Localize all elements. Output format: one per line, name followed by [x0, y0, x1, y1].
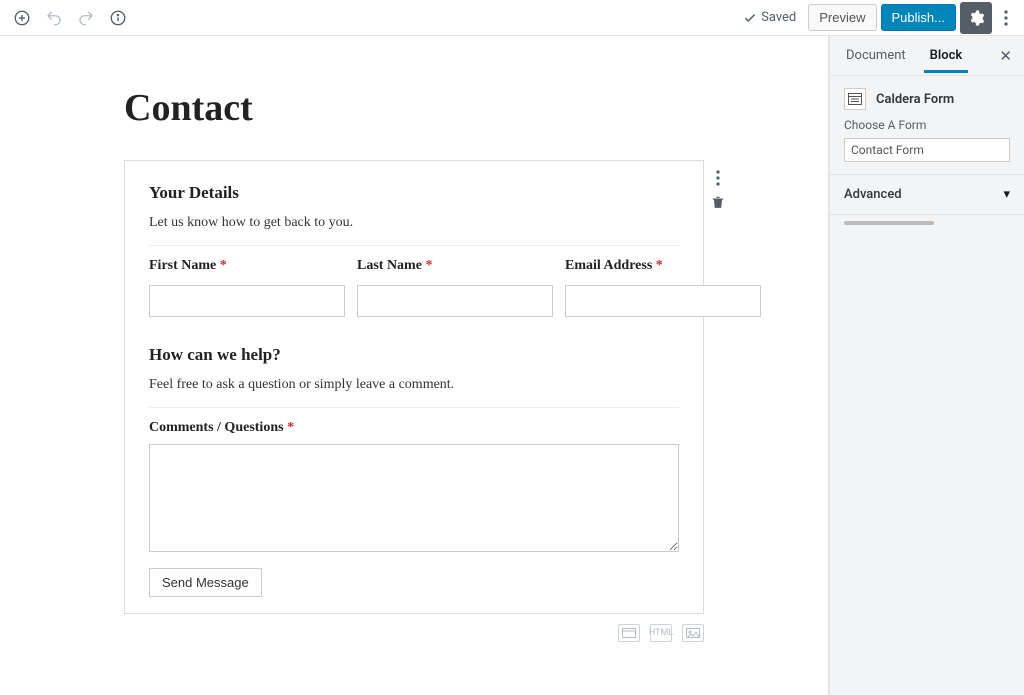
redo-button[interactable] [72, 4, 100, 32]
sidebar-tabs: Document Block ✕ [830, 36, 1024, 76]
settings-toggle-button[interactable] [960, 2, 992, 34]
form-row-names: First Name * Last Name * [149, 258, 679, 317]
settings-sidebar: Document Block ✕ Caldera Form Choose A F… [829, 36, 1024, 695]
first-name-field-group: First Name * [149, 258, 345, 317]
editor-topbar: Saved Preview Publish... [0, 0, 1024, 36]
section-heading-details: Your Details [149, 183, 679, 203]
tab-block[interactable]: Block [918, 39, 975, 72]
last-name-label-text: Last Name [357, 258, 422, 273]
saved-status: Saved [743, 10, 796, 25]
editor-content: Contact Your Details Let us know how to … [94, 86, 734, 642]
first-name-input[interactable] [149, 285, 345, 317]
last-name-field-group: Last Name * [357, 258, 553, 317]
email-label: Email Address * [565, 258, 761, 274]
comments-label-text: Comments / Questions [149, 420, 284, 435]
required-marker: * [425, 258, 432, 273]
section-desc-details: Let us know how to get back to you. [149, 215, 679, 246]
form-block-content: Your Details Let us know how to get back… [124, 160, 704, 614]
undo-button[interactable] [40, 4, 68, 32]
block-footer-tools: HTML [124, 624, 704, 642]
add-block-button[interactable] [8, 4, 36, 32]
first-name-label-text: First Name [149, 258, 216, 273]
last-name-label: Last Name * [357, 258, 553, 274]
email-field-group: Email Address * [565, 258, 761, 317]
send-message-button[interactable]: Send Message [149, 568, 262, 597]
required-marker: * [287, 420, 294, 435]
required-marker: * [656, 258, 663, 273]
email-label-text: Email Address [565, 258, 652, 273]
html-mode-icon[interactable]: HTML [650, 624, 672, 642]
comments-textarea[interactable] [149, 444, 679, 552]
info-button[interactable] [104, 4, 132, 32]
block-type-name: Caldera Form [876, 92, 954, 107]
email-input[interactable] [565, 285, 761, 317]
caldera-form-block[interactable]: Your Details Let us know how to get back… [124, 160, 704, 642]
section-desc-help: Feel free to ask a question or simply le… [149, 377, 679, 408]
publish-button[interactable]: Publish... [881, 4, 956, 31]
editor-canvas: Contact Your Details Let us know how to … [0, 36, 829, 695]
block-header: Caldera Form [830, 76, 1024, 116]
last-name-input[interactable] [357, 285, 553, 317]
block-options-button[interactable] [708, 168, 728, 188]
topbar-left [8, 4, 132, 32]
image-mode-icon[interactable] [682, 624, 704, 642]
section-heading-help: How can we help? [149, 345, 679, 365]
preview-button[interactable]: Preview [808, 4, 876, 31]
topbar-right: Saved Preview Publish... [743, 2, 1016, 34]
advanced-panel-toggle[interactable]: Advanced ▾ [830, 174, 1024, 215]
scrollbar-thumb[interactable] [844, 221, 934, 225]
first-name-label: First Name * [149, 258, 345, 274]
page-title[interactable]: Contact [124, 86, 704, 130]
form-select-dropdown[interactable]: Contact Form [844, 138, 1010, 162]
advanced-label: Advanced [844, 187, 902, 202]
visual-mode-icon[interactable] [618, 624, 640, 642]
block-side-controls [708, 168, 728, 212]
selected-form-value: Contact Form [851, 143, 924, 157]
comments-label: Comments / Questions * [149, 420, 679, 436]
required-marker: * [220, 258, 227, 273]
saved-label: Saved [761, 10, 796, 25]
caldera-form-icon [844, 88, 866, 110]
block-delete-button[interactable] [708, 192, 728, 212]
choose-form-label: Choose A Form [830, 116, 1024, 138]
chevron-down-icon: ▾ [1003, 187, 1010, 202]
sidebar-close-button[interactable]: ✕ [991, 47, 1020, 65]
tab-document[interactable]: Document [834, 39, 918, 72]
more-menu-button[interactable] [996, 10, 1016, 26]
main-area: Contact Your Details Let us know how to … [0, 36, 1024, 695]
